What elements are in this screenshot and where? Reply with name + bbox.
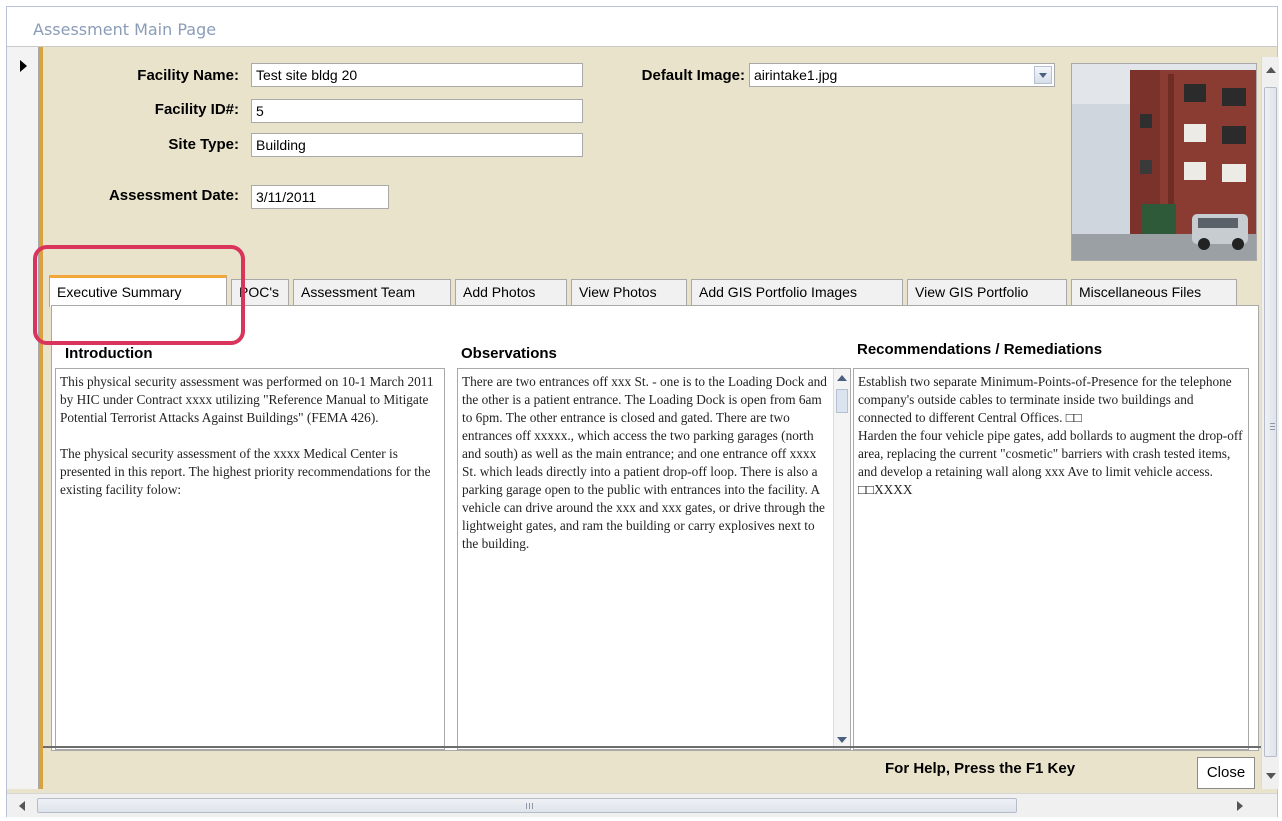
facility-id-field[interactable]: 5 <box>251 99 583 123</box>
recommendations-textbox[interactable]: Establish two separate Minimum-Points-of… <box>853 368 1249 750</box>
facility-name-label: Facility Name: <box>137 67 239 84</box>
window-title: Assessment Main Page <box>33 20 217 39</box>
tab-miscellaneous-files[interactable]: Miscellaneous Files <box>1071 279 1237 305</box>
introduction-heading: Introduction <box>65 345 153 362</box>
default-image-value: airintake1.jpg <box>754 67 838 83</box>
recommendations-heading: Recommendations / Remediations <box>857 341 1103 358</box>
record-selector-arrow-icon <box>20 60 27 72</box>
vertical-scroll-thumb[interactable] <box>1264 87 1277 757</box>
horizontal-scroll-thumb[interactable] <box>37 798 1017 813</box>
recommendations-text: Establish two separate Minimum-Points-of… <box>858 374 1243 497</box>
tab-view-gis-portfolio[interactable]: View GIS Portfolio <box>907 279 1067 305</box>
scroll-down-icon[interactable] <box>1266 773 1276 779</box>
form-horizontal-scrollbar[interactable] <box>7 793 1277 817</box>
form-accent-border <box>39 47 43 789</box>
tab-add-gis-portfolio-images[interactable]: Add GIS Portfolio Images <box>691 279 903 305</box>
default-image-label: Default Image: <box>641 67 745 84</box>
introduction-text: This physical security assessment was pe… <box>60 374 434 497</box>
observations-scroll-thumb[interactable] <box>836 389 848 413</box>
assessment-date-label: Assessment Date: <box>108 187 239 204</box>
scroll-up-icon[interactable] <box>837 375 847 381</box>
site-type-label: Site Type: <box>168 136 239 153</box>
help-hint: For Help, Press the F1 Key <box>885 760 1076 777</box>
observations-textbox[interactable]: There are two entrances off xxx St. - on… <box>457 368 851 750</box>
title-bar: Assessment Main Page <box>7 7 1277 47</box>
tab-view-photos[interactable]: View Photos <box>571 279 687 305</box>
observations-scrollbar[interactable] <box>833 369 850 749</box>
scroll-grip <box>1270 423 1275 424</box>
assessment-date-field[interactable]: 3/11/2011 <box>251 185 389 209</box>
scroll-left-icon[interactable] <box>19 801 25 811</box>
default-image-select[interactable]: airintake1.jpg <box>749 63 1055 87</box>
introduction-textbox[interactable]: This physical security assessment was pe… <box>55 368 445 750</box>
default-image-preview <box>1071 63 1257 261</box>
tab-assessment-team[interactable]: Assessment Team <box>293 279 451 305</box>
scroll-up-icon[interactable] <box>1266 67 1276 73</box>
scroll-grip <box>526 803 527 809</box>
observations-heading: Observations <box>461 345 557 362</box>
site-type-field[interactable]: Building <box>251 133 583 157</box>
observations-text: There are two entrances off xxx St. - on… <box>462 374 831 551</box>
scroll-down-icon[interactable] <box>837 737 847 743</box>
form-vertical-scrollbar[interactable] <box>1261 57 1279 789</box>
record-selector[interactable] <box>7 47 39 789</box>
footer-divider <box>43 746 1261 748</box>
callout-highlight <box>33 245 245 345</box>
close-button[interactable]: Close <box>1197 757 1255 789</box>
scroll-right-icon[interactable] <box>1237 801 1243 811</box>
tab-add-photos[interactable]: Add Photos <box>455 279 567 305</box>
facility-id-label: Facility ID#: <box>154 101 239 118</box>
assessment-main-window: Assessment Main Page Facility Name: Test… <box>6 6 1279 817</box>
dropdown-arrow-icon[interactable] <box>1034 66 1052 84</box>
facility-name-field[interactable]: Test site bldg 20 <box>251 63 583 87</box>
